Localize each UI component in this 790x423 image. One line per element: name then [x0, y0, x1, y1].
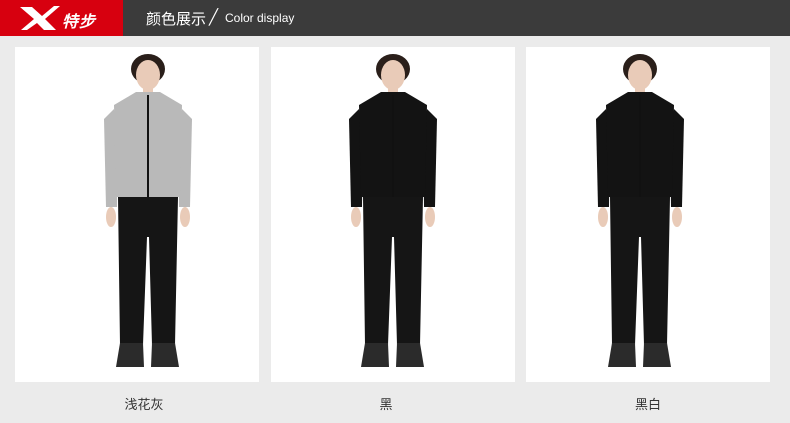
- left-shoe: [361, 343, 389, 367]
- product-image-light-gray[interactable]: [15, 47, 259, 382]
- section-title-en: Color display: [225, 11, 295, 25]
- product-image-black[interactable]: [271, 47, 515, 382]
- left-hand: [598, 207, 608, 227]
- model-figure: [104, 54, 192, 367]
- pants: [610, 197, 670, 345]
- brand-name: 特步: [62, 12, 97, 31]
- header-bar: 特步 颜色展示 ╱ Color display: [0, 0, 790, 36]
- face: [136, 60, 160, 90]
- left-shoe: [608, 343, 636, 367]
- right-shoe: [151, 343, 179, 367]
- product-image-black-white[interactable]: [526, 47, 770, 382]
- right-hand: [672, 207, 682, 227]
- section-title-cn: 颜色展示: [146, 10, 207, 28]
- right-hand: [180, 207, 190, 227]
- color-label-light-gray: 浅花灰: [124, 398, 164, 413]
- model-figure: [349, 54, 437, 367]
- right-shoe: [643, 343, 671, 367]
- color-label-black: 黑: [379, 398, 393, 413]
- face: [628, 60, 652, 90]
- pants: [363, 197, 423, 345]
- model-figure: [596, 54, 684, 367]
- right-hand: [425, 207, 435, 227]
- brand-logo[interactable]: 特步: [0, 0, 123, 36]
- left-shoe: [116, 343, 144, 367]
- color-label-black-white: 黑白: [634, 398, 661, 413]
- right-shoe: [396, 343, 424, 367]
- xtep-x-icon: [20, 6, 60, 30]
- left-hand: [106, 207, 116, 227]
- left-hand: [351, 207, 361, 227]
- title-separator: ╱: [209, 9, 219, 26]
- pants: [118, 197, 178, 345]
- face: [381, 60, 405, 90]
